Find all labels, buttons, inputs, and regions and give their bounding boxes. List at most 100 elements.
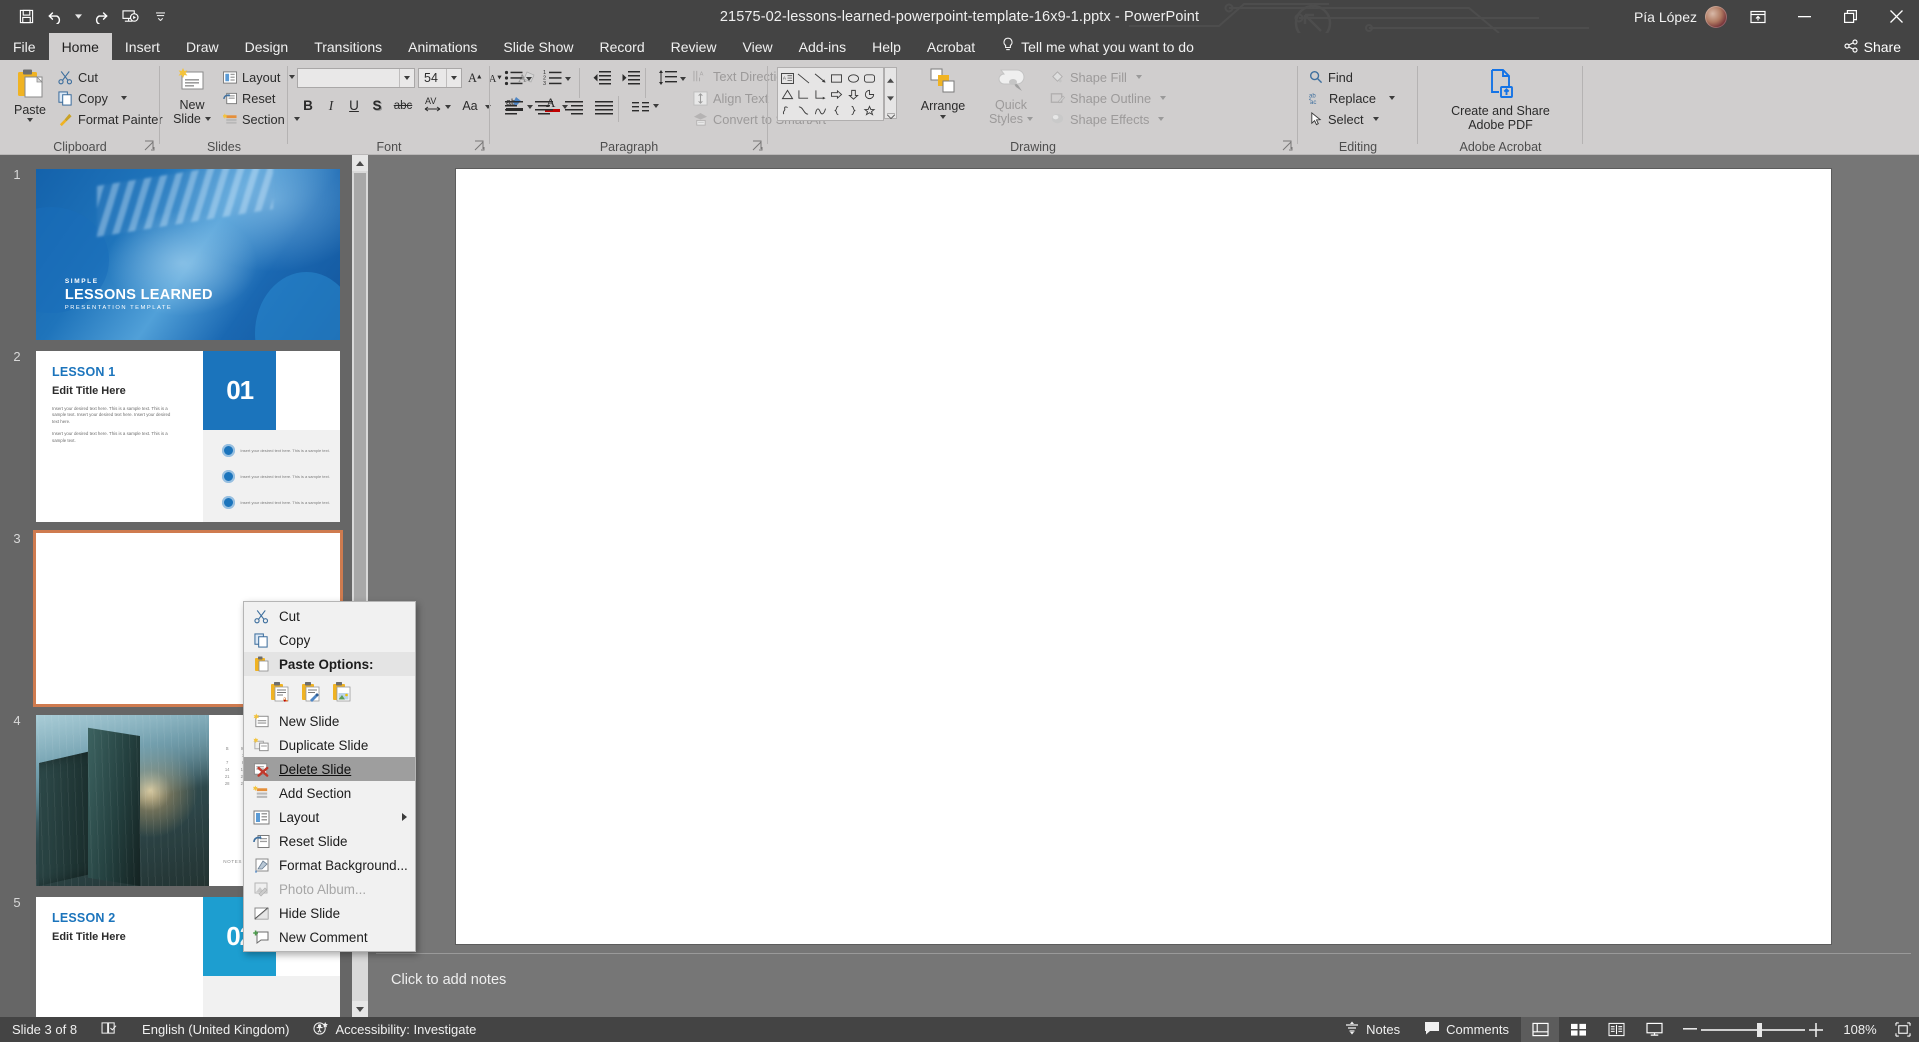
quick-styles-dropdown-icon[interactable] bbox=[1027, 117, 1034, 121]
replace-button[interactable]: ab ac Replace bbox=[1309, 89, 1395, 107]
shape-triangle-icon[interactable] bbox=[779, 86, 796, 102]
slide-editing-area[interactable]: Click to add notes bbox=[368, 155, 1919, 1017]
ribbon-display-options-icon[interactable] bbox=[1735, 0, 1781, 33]
tab-help[interactable]: Help bbox=[859, 33, 914, 60]
strikethrough-button[interactable]: abc bbox=[388, 95, 418, 116]
font-dialog-launcher[interactable] bbox=[474, 140, 486, 152]
context-menu-item-delete-slide[interactable]: Delete Slide bbox=[244, 757, 415, 781]
shape-oval-icon[interactable] bbox=[845, 70, 862, 86]
notes-placeholder[interactable]: Click to add notes bbox=[391, 972, 506, 988]
tab-add-ins[interactable]: Add-ins bbox=[786, 33, 859, 60]
scroll-down-icon[interactable] bbox=[352, 1001, 368, 1017]
clipboard-dialog-launcher[interactable] bbox=[144, 140, 156, 152]
context-menu-paste-options-row[interactable]: a bbox=[244, 676, 415, 709]
shape-star-icon[interactable] bbox=[862, 102, 879, 118]
reading-view-button[interactable] bbox=[1597, 1017, 1635, 1042]
language-button[interactable]: English (United Kingdom) bbox=[130, 1017, 301, 1042]
shape-line-icon[interactable] bbox=[796, 70, 813, 86]
shape-left-brace-icon[interactable] bbox=[829, 102, 846, 118]
tab-acrobat[interactable]: Acrobat bbox=[914, 33, 988, 60]
context-menu-item-cut[interactable]: Cut bbox=[244, 604, 415, 628]
scroll-up-icon[interactable] bbox=[352, 155, 368, 171]
tab-record[interactable]: Record bbox=[586, 33, 657, 60]
bold-button[interactable]: B bbox=[297, 95, 319, 116]
format-painter-button[interactable]: Format Painter bbox=[58, 110, 163, 128]
slide-sorter-view-button[interactable] bbox=[1559, 1017, 1597, 1042]
shapes-scroll-down-icon[interactable] bbox=[887, 88, 894, 106]
shape-effects-dropdown-icon[interactable] bbox=[1158, 117, 1165, 121]
tab-insert[interactable]: Insert bbox=[112, 33, 173, 60]
shapes-gallery[interactable]: A bbox=[777, 67, 884, 121]
copy-dropdown-icon[interactable] bbox=[120, 96, 127, 100]
customize-quick-access-toolbar-icon[interactable] bbox=[146, 4, 174, 30]
undo-dropdown-icon[interactable] bbox=[72, 4, 84, 30]
paste-use-destination-theme-button[interactable]: a bbox=[268, 680, 292, 704]
context-menu-item-add-section[interactable]: Add Section bbox=[244, 781, 415, 805]
shape-fill-button[interactable]: Shape Fill bbox=[1050, 68, 1142, 86]
character-spacing-dropdown-icon[interactable] bbox=[445, 105, 451, 109]
select-button[interactable]: Select bbox=[1309, 110, 1379, 128]
find-button[interactable]: Find bbox=[1309, 68, 1353, 86]
shape-outline-dropdown-icon[interactable] bbox=[1160, 96, 1167, 100]
decrease-indent-button[interactable] bbox=[587, 67, 617, 88]
line-spacing-button[interactable] bbox=[653, 67, 683, 88]
copy-button[interactable]: Copy bbox=[58, 89, 127, 107]
comments-button[interactable]: Comments bbox=[1412, 1017, 1521, 1042]
tab-view[interactable]: View bbox=[730, 33, 786, 60]
text-shadow-button[interactable]: S bbox=[366, 95, 388, 116]
character-spacing-button[interactable]: AV bbox=[418, 93, 448, 114]
slide-thumbnail-1[interactable]: SIMPLE LESSONS LEARNED PRESENTATION TEMP… bbox=[36, 169, 340, 340]
layout-button[interactable]: Layout bbox=[223, 68, 296, 86]
zoom-percentage[interactable]: 108% bbox=[1833, 1022, 1887, 1037]
cut-button[interactable]: Cut bbox=[58, 68, 98, 86]
shape-effects-button[interactable]: Shape Effects bbox=[1050, 110, 1165, 128]
shapes-more-icon[interactable] bbox=[886, 106, 895, 124]
close-button[interactable] bbox=[1873, 0, 1919, 33]
columns-button[interactable] bbox=[626, 96, 656, 117]
numbering-dropdown-icon[interactable] bbox=[565, 77, 571, 81]
context-menu-item-layout[interactable]: Layout bbox=[244, 805, 415, 829]
tab-review[interactable]: Review bbox=[658, 33, 730, 60]
start-from-beginning-icon[interactable] bbox=[116, 4, 144, 30]
paste-dropdown-icon[interactable] bbox=[27, 118, 33, 122]
zoom-slider-handle[interactable] bbox=[1757, 1022, 1762, 1037]
line-spacing-dropdown-icon[interactable] bbox=[680, 77, 686, 81]
tab-transitions[interactable]: Transitions bbox=[301, 33, 395, 60]
normal-view-button[interactable] bbox=[1521, 1017, 1559, 1042]
paragraph-dialog-launcher[interactable] bbox=[752, 140, 764, 152]
drawing-dialog-launcher[interactable] bbox=[1282, 140, 1294, 152]
shape-outline-button[interactable]: Shape Outline bbox=[1050, 89, 1167, 107]
shape-scribble-icon[interactable] bbox=[779, 102, 796, 118]
shape-fill-dropdown-icon[interactable] bbox=[1135, 75, 1142, 79]
shape-right-arrow-icon[interactable] bbox=[829, 86, 846, 102]
accessibility-button[interactable]: Accessibility: Investigate bbox=[301, 1017, 488, 1042]
arrange-button[interactable]: Arrange bbox=[912, 68, 974, 119]
bullets-dropdown-icon[interactable] bbox=[526, 77, 532, 81]
shape-elbow-arrow-icon[interactable] bbox=[812, 86, 829, 102]
paste-button[interactable]: Paste bbox=[8, 68, 52, 122]
bullets-button[interactable] bbox=[499, 67, 529, 88]
replace-dropdown-icon[interactable] bbox=[1388, 96, 1395, 100]
save-icon[interactable] bbox=[12, 4, 40, 30]
undo-icon[interactable] bbox=[42, 4, 70, 30]
slide-indicator[interactable]: Slide 3 of 8 bbox=[0, 1017, 89, 1042]
slide-context-menu[interactable]: Cut Copy Paste Options: a bbox=[243, 601, 416, 952]
columns-dropdown-icon[interactable] bbox=[653, 104, 659, 108]
context-menu-item-copy[interactable]: Copy bbox=[244, 628, 415, 652]
tab-slide-show[interactable]: Slide Show bbox=[490, 33, 586, 60]
slide-canvas[interactable] bbox=[456, 169, 1831, 944]
numbering-button[interactable]: 123 bbox=[538, 67, 568, 88]
new-slide-dropdown-icon[interactable] bbox=[204, 117, 211, 121]
underline-button[interactable]: U bbox=[343, 95, 365, 116]
context-menu-item-hide-slide[interactable]: Hide Slide bbox=[244, 901, 415, 925]
tab-design[interactable]: Design bbox=[232, 33, 302, 60]
notes-pane[interactable]: Click to add notes bbox=[376, 953, 1911, 1009]
create-and-share-adobe-pdf-button[interactable]: Create and Share Adobe PDF bbox=[1448, 68, 1553, 131]
shape-textbox-icon[interactable]: A bbox=[779, 70, 796, 86]
thumbnail-row-2[interactable]: 2 LESSON 1 Edit Title Here Insert your d… bbox=[0, 347, 368, 525]
zoom-in-button[interactable] bbox=[1805, 1017, 1833, 1042]
context-menu-item-new-comment[interactable]: New Comment bbox=[244, 925, 415, 949]
context-menu-item-new-slide[interactable]: New Slide bbox=[244, 709, 415, 733]
reset-button[interactable]: Reset bbox=[223, 89, 275, 107]
arrange-dropdown-icon[interactable] bbox=[940, 115, 946, 119]
